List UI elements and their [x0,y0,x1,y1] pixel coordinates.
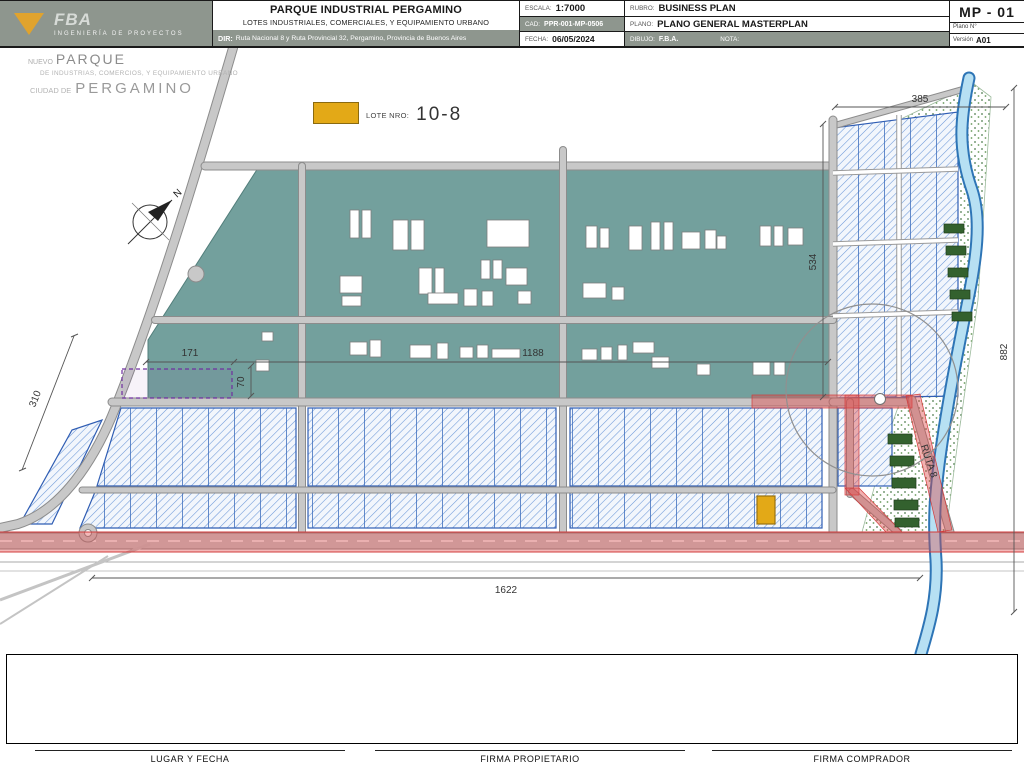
dibujo-label: DIBUJO: [630,36,655,43]
signature-firma-comprador: FIRMA COMPRADOR [712,750,1012,764]
svg-text:1622: 1622 [495,585,518,596]
version-value: A01 [976,36,991,45]
dir-label: DIR: [218,34,233,43]
plano-row: PLANO: PLANO GENERAL MASTERPLAN [625,17,949,32]
masterplan-drawing: RUTA 8 1622 385 534 882 171 1188 70 310 [0,0,1024,656]
project-subtitle: LOTES INDUSTRIALES, COMERCIALES, Y EQUIP… [213,18,519,30]
cad-label: CAD: [525,21,540,28]
lote-color-swatch [313,102,359,124]
signature-firma-propietario: FIRMA PROPIETARIO [375,750,685,764]
dibujo-row: DIBUJO: F.B.A. NOTA: [625,32,949,46]
svg-text:310: 310 [27,389,44,409]
escala-value: 1:7000 [556,3,586,14]
svg-text:534: 534 [808,253,819,270]
dibujo-value: F.B.A. [659,36,678,43]
lote-legend-label: LOTE NRO: [366,111,409,124]
lote-legend-value: 10-8 [416,105,462,124]
nota-label: NOTA: [720,36,739,43]
rubro-value: BUSINESS PLAN [659,3,736,14]
signature-line [375,750,685,751]
company-name: FBA [54,11,184,28]
escala-row: ESCALA: 1:7000 [520,1,624,17]
fecha-label: FECHA: [525,36,548,43]
dir-value: Ruta Nacional 8 y Ruta Provincial 32, Pe… [236,35,466,42]
dashed-parcel-outline [122,369,232,398]
svg-text:385: 385 [912,94,929,105]
fba-triangle-icon [14,13,44,35]
dimension-1622: 1622 [89,575,923,596]
header-line2: DE INDUSTRIAS, COMERCIOS, Y EQUIPAMIENTO… [40,70,238,77]
signature-label: FIRMA COMPRADOR [712,754,1012,764]
header-pre3: CIUDAD DE [30,86,71,95]
lote-legend: LOTE NRO: 10-8 [313,98,462,124]
fecha-row: FECHA: 06/05/2024 [520,32,624,46]
company-logo: FBA INGENIERÍA DE PROYECTOS [0,1,213,46]
rubro-label: RUBRO: [630,5,655,12]
signature-label: LUGAR Y FECHA [35,754,345,764]
svg-text:1188: 1188 [522,348,544,359]
escala-label: ESCALA: [525,5,552,12]
project-title: PARQUE INDUSTRIAL PERGAMINO [213,1,519,18]
fecha-value: 06/05/2024 [552,34,595,44]
notes-box [6,654,1018,744]
cad-row: CAD: PPR-001-MP-0506 [520,17,624,32]
plano-label: PLANO: [630,21,653,28]
signature-lugar-y-fecha: LUGAR Y FECHA [35,750,345,764]
version-label: Versión [953,37,973,43]
header-title1: PARQUE [56,51,126,67]
header-pre1: NUEVO [28,59,53,66]
sheet-plano-n-label: Plano N° [950,23,1024,34]
header-title3: PERGAMINO [75,80,194,97]
svg-text:882: 882 [999,343,1010,360]
plano-value: PLANO GENERAL MASTERPLAN [657,19,808,30]
title-block: FBA INGENIERÍA DE PROYECTOS PARQUE INDUS… [0,0,1024,48]
lote-10-8-highlight [757,496,775,524]
north-label: N [172,187,185,200]
drawing-header: NUEVOPARQUE DE INDUSTRIAS, COMERCIOS, Y … [28,51,238,98]
sheet-version: Versión A01 [950,34,1024,46]
signature-label: FIRMA PROPIETARIO [375,754,685,764]
svg-text:171: 171 [182,348,199,359]
rubro-row: RUBRO: BUSINESS PLAN [625,1,949,17]
company-tagline: INGENIERÍA DE PROYECTOS [54,31,184,37]
industrial-zone [148,168,830,398]
sheet-number: MP - 01 [950,1,1024,23]
signature-line [712,750,1012,751]
signature-line [35,750,345,751]
svg-text:70: 70 [236,376,247,388]
project-address: DIR: Ruta Nacional 8 y Ruta Provincial 3… [213,30,519,46]
cad-value: PPR-001-MP-0506 [544,21,603,28]
